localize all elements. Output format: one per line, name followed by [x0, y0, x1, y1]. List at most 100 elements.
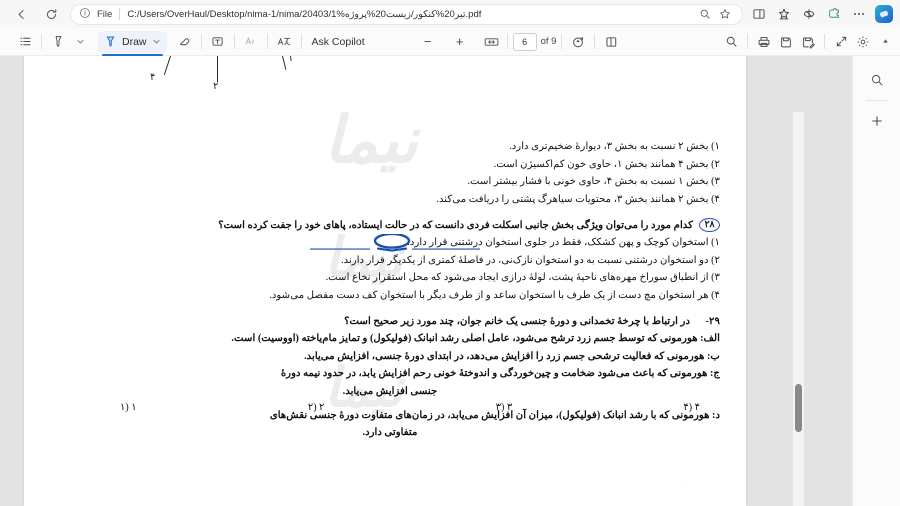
draw-label: Draw: [122, 35, 147, 48]
split-screen-icon[interactable]: [747, 3, 771, 25]
rotate-button[interactable]: [567, 31, 589, 53]
highlight-pen-icon: [55, 36, 61, 47]
fit-to-page-icon: [484, 37, 499, 46]
toolbar-divider: [233, 34, 235, 49]
page-total-label: of 9: [540, 36, 557, 47]
question-28-option-3: ۳) از انطباق سوراخ مهره‌های ناحیهٔ پشت، …: [325, 272, 720, 283]
question-29-number: ۲۹-: [705, 316, 720, 327]
eraser-icon: [180, 38, 190, 46]
plus-icon: [871, 116, 882, 126]
ask-copilot-button[interactable]: Ask Copilot: [307, 36, 370, 48]
vertical-scrollbar[interactable]: [793, 112, 804, 506]
refresh-icon: [46, 8, 56, 19]
prev-option-2: ۲) بخش ۴ همانند بخش ۱، حاوی خون کم‌اکسیژ…: [493, 158, 720, 170]
answer-choice-2[interactable]: ۲ (۲: [308, 402, 325, 413]
read-aloud-button[interactable]: [240, 31, 262, 53]
copilot-icon[interactable]: [875, 5, 893, 23]
collections-icon[interactable]: [772, 3, 796, 25]
question-29-item-alef: الف: هورمونی که توسط جسم زرد ترشح می‌شود…: [231, 333, 720, 344]
zoom-out-button[interactable]: −: [418, 32, 438, 52]
question-29: ۲۹- در ارتباط با چرخهٔ تخمدانی و دورهٔ ج…: [60, 313, 720, 441]
callout-label-4: ۴: [150, 72, 156, 83]
question-28-option-2: ۲) دو استخوان درشتنی نسبت به دو استخوان …: [341, 254, 720, 266]
callout-label-1: ۱: [288, 56, 294, 64]
toolbar-divider: [594, 34, 596, 49]
question-28: ۲۸ کدام مورد را می‌توان ویژگی بخش جانبی …: [60, 217, 720, 304]
reload-button[interactable]: [38, 3, 64, 25]
answer-choice-1[interactable]: ۱ (۱: [120, 402, 137, 413]
translate-button[interactable]: [273, 31, 296, 53]
address-scheme-label: File: [97, 8, 113, 20]
save-icon: [781, 36, 791, 47]
prev-option-1: ۱) بخش ۲ نسبت به بخش ۳، دیوارهٔ ضخیم‌تری…: [509, 141, 720, 152]
add-text-icon: [212, 37, 223, 46]
table-of-contents-button[interactable]: [14, 31, 36, 53]
highlight-dropdown[interactable]: [69, 31, 91, 53]
page-layout-icon: [606, 36, 617, 47]
sidebar-add-button[interactable]: [863, 107, 891, 135]
answer-choice-3[interactable]: ۳ (۳: [496, 402, 513, 413]
pdf-toolbar: Draw Ask Copilot − + 6 of 9: [0, 28, 900, 56]
fit-to-page-button[interactable]: [482, 32, 502, 52]
fullscreen-icon: [836, 36, 846, 47]
arrow-left-icon: [18, 9, 24, 19]
search-icon: [871, 74, 882, 86]
picsart-watermark: Picsart: [666, 472, 732, 495]
pdf-page: نیما نیما نیما ۴ ۲ ۱ ۱) بخش ۲ نسبت به بخ…: [24, 56, 746, 506]
print-button[interactable]: [753, 31, 775, 53]
page-number-input[interactable]: 6: [512, 32, 537, 51]
rotate-icon: [573, 36, 584, 47]
callout-leader-line: [282, 56, 287, 70]
pdf-viewer[interactable]: نیما نیما نیما ۴ ۲ ۱ ۱) بخش ۲ نسبت به بخ…: [0, 56, 852, 506]
prev-option-4: ۴) بخش ۲ همانند بخش ۳، محتویات سیاهرگ پش…: [436, 193, 720, 205]
toolbar-divider: [300, 34, 302, 49]
save-as-button[interactable]: [797, 31, 819, 53]
add-text-button[interactable]: [207, 31, 229, 53]
zoom-search-icon[interactable]: [696, 5, 714, 23]
search-document-button[interactable]: [720, 31, 742, 53]
sidebar-search-button[interactable]: [863, 66, 891, 94]
settings-button[interactable]: [852, 31, 874, 53]
answer-choice-4[interactable]: ۴ (۴: [683, 402, 700, 413]
toolbar-divider: [561, 34, 563, 49]
question-29-item-jim-cont: جنسی افزایش می‌یابد.: [342, 385, 438, 397]
save-button[interactable]: [775, 31, 797, 53]
address-divider: [119, 8, 121, 20]
collapse-toolbar-button[interactable]: [874, 31, 896, 53]
extensions-icon[interactable]: [822, 3, 846, 25]
question-29-item-jim: ج: هورمونی که باعث می‌شود ضخامت و چین‌خو…: [280, 368, 720, 379]
back-button[interactable]: [8, 3, 34, 25]
toolbar-divider: [506, 34, 508, 49]
callout-leader-line: [217, 56, 218, 82]
draw-button[interactable]: Draw: [98, 30, 167, 56]
toolbar-divider: [824, 34, 825, 49]
draw-pen-icon: [106, 36, 115, 47]
callout-leader-line: [163, 56, 171, 76]
browser-navigation-bar: File C:/Users/OverHaul/Desktop/nima-1/ni…: [0, 0, 900, 28]
more-options-icon[interactable]: [847, 3, 871, 25]
browser-window: File C:/Users/OverHaul/Desktop/nima-1/ni…: [0, 0, 900, 506]
translate-icon: [277, 37, 290, 46]
sidebar-rail: [852, 56, 900, 506]
page-layout-button[interactable]: [600, 31, 622, 53]
zoom-in-button[interactable]: +: [450, 32, 470, 52]
highlight-button[interactable]: [47, 31, 69, 53]
toolbar-divider: [41, 34, 42, 49]
eraser-button[interactable]: [174, 31, 196, 53]
scrollbar-thumb[interactable]: [795, 384, 802, 432]
print-icon: [758, 36, 770, 47]
search-icon: [726, 36, 737, 47]
address-bar[interactable]: File C:/Users/OverHaul/Desktop/nima-1/ni…: [70, 3, 743, 25]
question-29-header: ۲۹- در ارتباط با چرخهٔ تخمدانی و دورهٔ ج…: [60, 313, 720, 330]
question-28-header: ۲۸ کدام مورد را می‌توان ویژگی بخش جانبی …: [60, 217, 720, 234]
callout-label-2: ۲: [213, 81, 219, 92]
table-of-contents-icon: [20, 37, 30, 46]
rail-divider: [865, 100, 888, 101]
question-29-item-dal-cont: متفاوتی دارد.: [362, 427, 418, 438]
read-aloud-icon: [245, 37, 254, 45]
fullscreen-button[interactable]: [830, 31, 852, 53]
info-circle-icon: [79, 7, 93, 21]
browser-essentials-icon[interactable]: [797, 3, 821, 25]
toolbar-divider: [200, 34, 202, 49]
favorite-star-icon[interactable]: [716, 5, 734, 23]
